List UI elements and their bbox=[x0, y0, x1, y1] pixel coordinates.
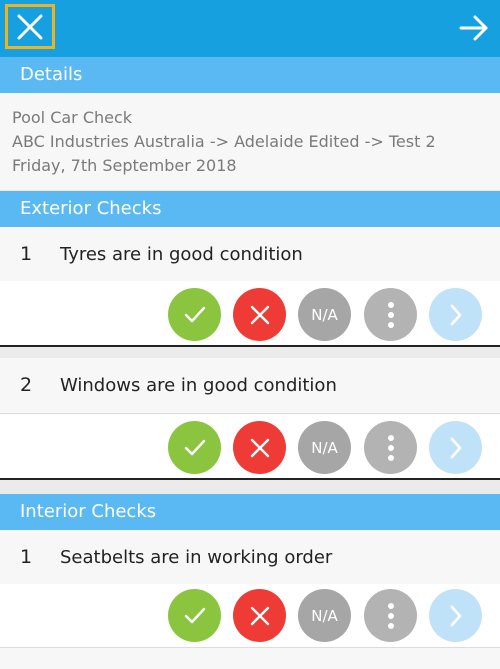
item-actions: N/A bbox=[0, 584, 500, 648]
open-item-button[interactable] bbox=[429, 288, 482, 341]
cross-icon bbox=[250, 606, 269, 625]
item-actions: N/A bbox=[0, 414, 500, 480]
chevron-right-icon bbox=[450, 437, 461, 458]
more-button[interactable] bbox=[364, 589, 417, 642]
na-label: N/A bbox=[311, 606, 338, 625]
na-button[interactable]: N/A bbox=[298, 589, 351, 642]
fail-button[interactable] bbox=[233, 589, 286, 642]
chevron-right-icon bbox=[450, 304, 461, 325]
details-line-check-name: Pool Car Check bbox=[12, 108, 133, 127]
na-button[interactable]: N/A bbox=[298, 288, 351, 341]
details-line-date: Friday, 7th September 2018 bbox=[12, 156, 237, 175]
more-vertical-icon bbox=[387, 301, 394, 328]
na-label: N/A bbox=[311, 305, 338, 324]
next-button[interactable] bbox=[456, 10, 492, 46]
close-icon bbox=[17, 14, 43, 39]
arrow-right-icon bbox=[459, 15, 488, 41]
check-icon bbox=[184, 306, 205, 322]
more-button[interactable] bbox=[364, 288, 417, 341]
close-button[interactable] bbox=[5, 4, 55, 49]
fail-button[interactable] bbox=[233, 288, 286, 341]
item-text: Tyres are in good condition bbox=[60, 244, 303, 265]
chevron-right-icon bbox=[450, 605, 461, 626]
item-text: Windows are in good condition bbox=[60, 375, 337, 396]
next-item-row-partial bbox=[0, 648, 500, 669]
top-bar bbox=[0, 0, 500, 57]
na-label: N/A bbox=[311, 438, 338, 457]
details-line-location: ABC Industries Australia -> Adelaide Edi… bbox=[12, 132, 436, 151]
section-header-interior: Interior Checks bbox=[0, 494, 500, 530]
item-number: 2 bbox=[20, 374, 33, 396]
section-header-exterior: Exterior Checks bbox=[0, 191, 500, 227]
more-button[interactable] bbox=[364, 421, 417, 474]
pass-button[interactable] bbox=[168, 589, 221, 642]
item-text: Seatbelts are in working order bbox=[60, 547, 333, 568]
more-vertical-icon bbox=[387, 434, 394, 461]
more-vertical-icon bbox=[387, 602, 394, 629]
open-item-button[interactable] bbox=[429, 421, 482, 474]
fail-button[interactable] bbox=[233, 421, 286, 474]
cross-icon bbox=[250, 305, 269, 324]
checklist-item: 1 Seatbelts are in working order bbox=[0, 530, 500, 585]
item-number: 1 bbox=[20, 243, 33, 265]
details-body: Pool Car Check ABC Industries Australia … bbox=[0, 93, 500, 190]
na-button[interactable]: N/A bbox=[298, 421, 351, 474]
pass-button[interactable] bbox=[168, 421, 221, 474]
details-title: Details bbox=[20, 64, 83, 85]
item-number: 1 bbox=[20, 546, 33, 568]
cross-icon bbox=[250, 438, 269, 457]
section-title: Exterior Checks bbox=[20, 198, 162, 219]
item-actions: N/A bbox=[0, 281, 500, 347]
details-header: Details bbox=[0, 57, 500, 93]
checklist-item: 2 Windows are in good condition bbox=[0, 358, 500, 414]
checklist-item: 1 Tyres are in good condition bbox=[0, 227, 500, 282]
check-icon bbox=[184, 439, 205, 455]
pass-button[interactable] bbox=[168, 288, 221, 341]
check-icon bbox=[184, 607, 205, 623]
section-title: Interior Checks bbox=[20, 501, 157, 522]
open-item-button[interactable] bbox=[429, 589, 482, 642]
